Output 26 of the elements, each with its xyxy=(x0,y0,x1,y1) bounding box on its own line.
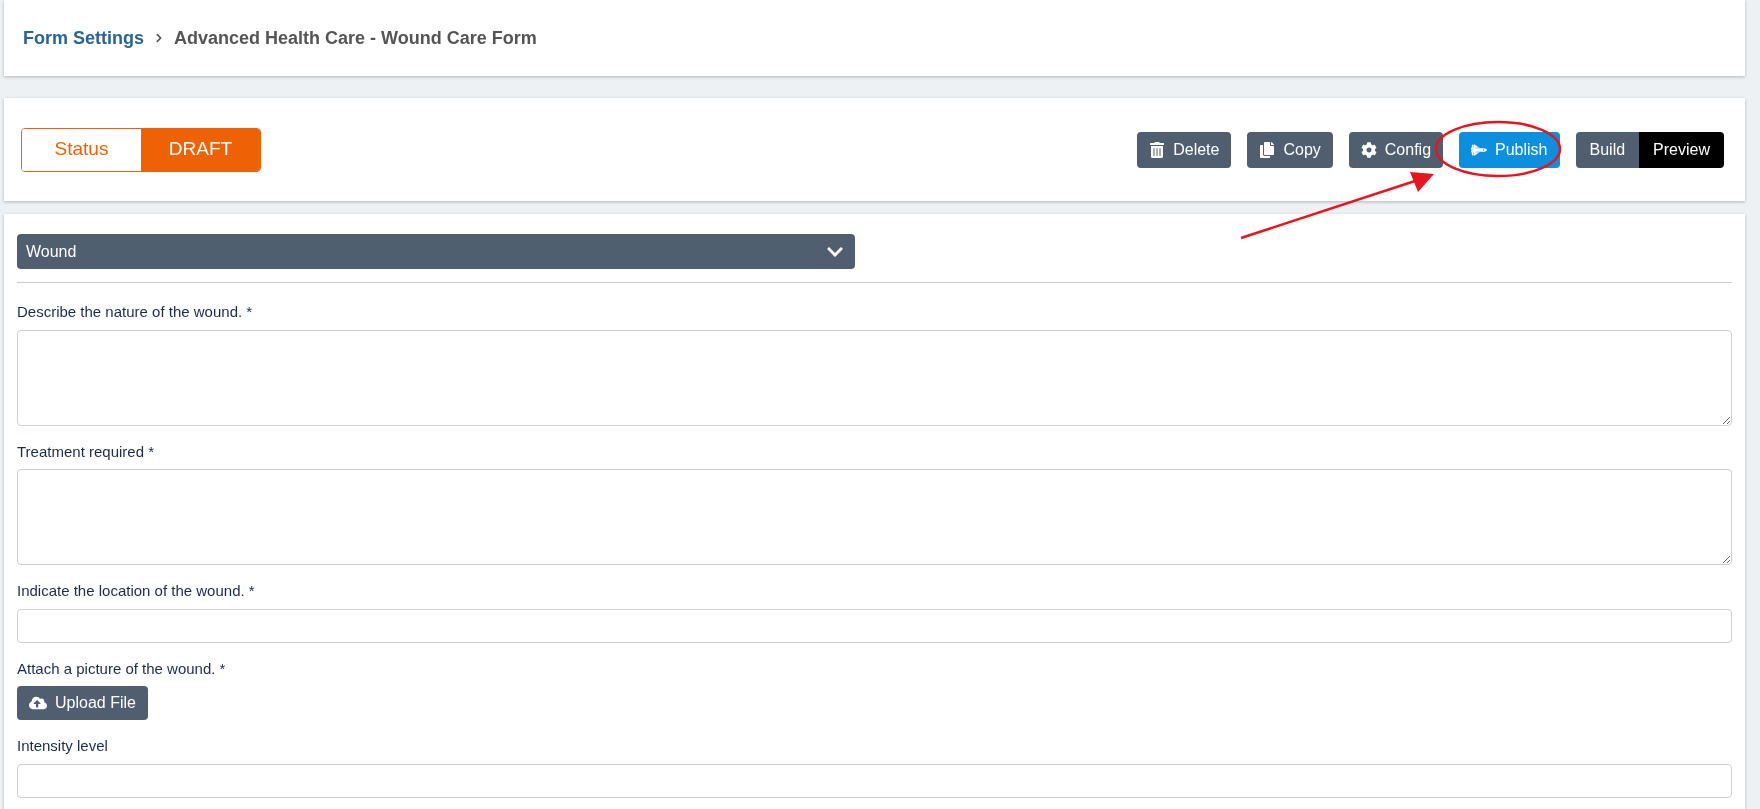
field-label: Indicate the location of the wound. * xyxy=(17,581,256,601)
upload-button[interactable]: Upload File xyxy=(17,686,148,720)
input-field[interactable] xyxy=(17,763,1732,798)
view-mode-tab[interactable]: Preview xyxy=(1639,131,1724,168)
copy-button[interactable]: Copy xyxy=(1247,131,1333,168)
text-area[interactable] xyxy=(17,329,1732,426)
field-label: Intensity level xyxy=(17,736,109,756)
breadcrumb-link[interactable]: Form Settings xyxy=(23,24,144,52)
cloud-upload-icon xyxy=(29,694,47,712)
trash-icon xyxy=(1149,141,1166,158)
view-mode-tab[interactable]: Build xyxy=(1575,131,1640,168)
page-title: Advanced Health Care - Wound Care Form xyxy=(174,26,537,50)
copy-icon xyxy=(1259,141,1276,158)
chevron-right-icon xyxy=(154,33,164,43)
field-label: Attach a picture of the wound. * xyxy=(17,658,227,679)
publish-button[interactable]: Publish xyxy=(1459,131,1560,168)
text-area[interactable] xyxy=(17,469,1732,565)
field-label: Describe the nature of the wound. * xyxy=(17,302,254,322)
config-button[interactable]: Config xyxy=(1348,131,1444,168)
section-header[interactable]: Wound xyxy=(17,234,855,269)
field-label: Treatment required * xyxy=(17,441,155,462)
input-field[interactable] xyxy=(17,608,1732,643)
shuttle-icon xyxy=(1471,141,1488,158)
status-value: DRAFT xyxy=(141,128,260,171)
delete-button[interactable]: Delete xyxy=(1137,131,1232,168)
settings-icon xyxy=(1360,141,1377,158)
